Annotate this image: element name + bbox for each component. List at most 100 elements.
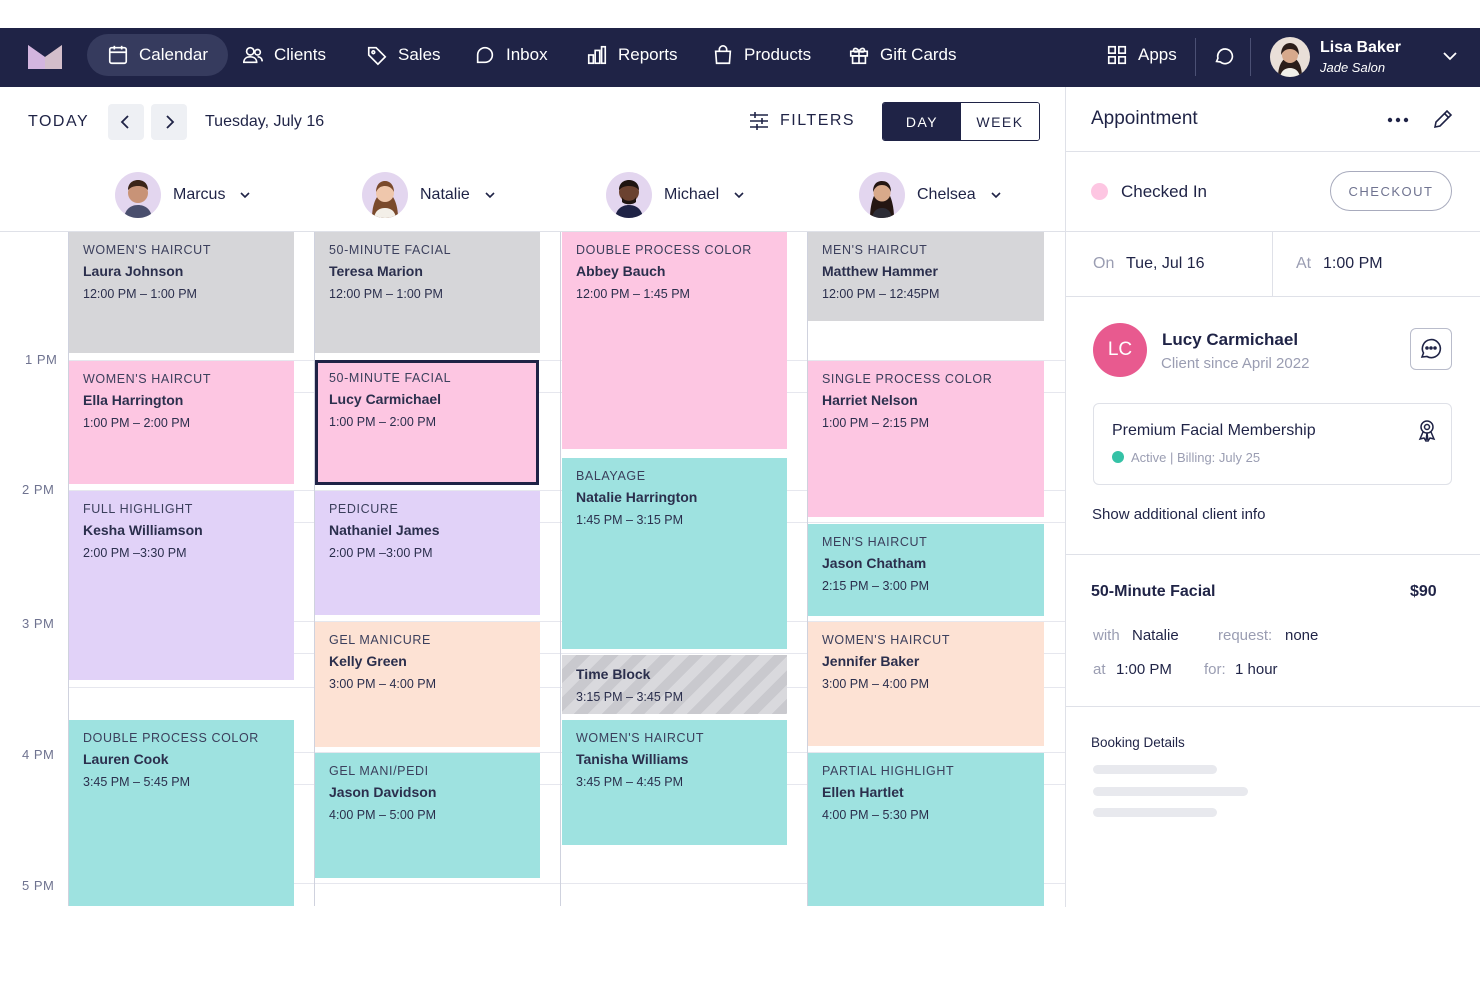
checkout-button[interactable]: CHECKOUT (1330, 171, 1452, 211)
appointment-client: Ellen Hartlet (822, 784, 904, 800)
appointment-card[interactable]: WOMEN'S HAIRCUT Ella Harrington 1:00 PM … (69, 361, 294, 484)
appointment-client: Kesha Williamson (83, 522, 203, 538)
today-button[interactable]: TODAY (28, 113, 89, 131)
day-view-button[interactable]: DAY (883, 103, 961, 140)
apps-icon (1107, 45, 1127, 65)
appointment-card[interactable]: MEN'S HAIRCUT Matthew Hammer 12:00 PM – … (808, 232, 1044, 321)
column-line (560, 232, 561, 906)
appointment-service: FULL HIGHLIGHT (83, 502, 194, 516)
appointment-card[interactable]: DOUBLE PROCESS COLOR Lauren Cook 3:45 PM… (69, 720, 294, 906)
appointment-service: SINGLE PROCESS COLOR (822, 372, 993, 386)
time-block[interactable]: Time Block 3:15 PM – 3:45 PM (562, 655, 787, 714)
user-menu[interactable]: Lisa Baker Jade Salon (1270, 36, 1401, 78)
time-block-label: Time Block (576, 666, 651, 682)
appointment-service: GEL MANICURE (329, 633, 431, 647)
week-view-button[interactable]: WEEK (961, 103, 1039, 140)
nav-sales[interactable]: Sales (346, 34, 461, 76)
appointment-card[interactable]: WOMEN'S HAIRCUT Laura Johnson 12:00 PM –… (69, 232, 294, 353)
more-options-icon[interactable] (1386, 110, 1410, 130)
appointment-card[interactable]: SINGLE PROCESS COLOR Harriet Nelson 1:00… (808, 361, 1044, 517)
staff-name: Michael (664, 186, 720, 203)
time-label: 5 PM (22, 878, 55, 893)
prev-day-button[interactable] (108, 104, 144, 140)
appointment-client: Natalie Harrington (576, 489, 698, 505)
duration-label: for: (1204, 661, 1226, 678)
nav-reports[interactable]: Reports (566, 34, 698, 76)
pencil-icon[interactable] (1432, 108, 1454, 130)
appointment-card[interactable]: PEDICURE Nathaniel James 2:00 PM –3:00 P… (315, 491, 540, 615)
appointment-service: WOMEN'S HAIRCUT (83, 243, 212, 257)
avatar (859, 172, 905, 218)
reports-icon (587, 45, 607, 65)
time-label: 1 PM (25, 352, 58, 367)
start-value: 1:00 PM (1116, 661, 1172, 678)
appointment-service: 50-MINUTE FACIAL (329, 371, 452, 385)
appointment-card[interactable]: 50-MINUTE FACIAL Teresa Marion 12:00 PM … (315, 232, 540, 353)
time-value[interactable]: 1:00 PM (1323, 255, 1383, 273)
chat-button[interactable] (1192, 34, 1254, 76)
appointment-card[interactable]: DOUBLE PROCESS COLOR Abbey Bauch 12:00 P… (562, 232, 787, 449)
appointment-time: 4:00 PM – 5:30 PM (822, 808, 930, 822)
staff-selector-marcus[interactable]: Marcus (115, 172, 251, 218)
appointment-service: WOMEN'S HAIRCUT (822, 633, 951, 647)
appointment-client: Jason Davidson (329, 784, 437, 800)
appointment-card[interactable]: PARTIAL HIGHLIGHT Ellen Hartlet 4:00 PM … (808, 753, 1044, 906)
panel-divider (1066, 231, 1480, 232)
with-value: Natalie (1132, 627, 1179, 644)
appointment-client: Harriet Nelson (822, 392, 918, 408)
filters-button[interactable]: FILTERS (748, 110, 855, 132)
appointment-time: 4:00 PM – 5:00 PM (329, 808, 437, 822)
appointment-time: 12:00 PM – 1:00 PM (329, 287, 443, 301)
filters-label: FILTERS (780, 112, 856, 129)
appointment-card[interactable]: MEN'S HAIRCUT Jason Chatham 2:15 PM – 3:… (808, 524, 1044, 616)
appointment-card[interactable]: WOMEN'S HAIRCUT Tanisha Williams 3:45 PM… (562, 720, 787, 845)
nav-apps[interactable]: Apps (1086, 34, 1197, 76)
current-date: Tuesday, July 16 (205, 113, 325, 130)
membership-card[interactable]: Premium Facial Membership Active | Billi… (1093, 403, 1452, 485)
appointment-card[interactable]: GEL MANICURE Kelly Green 3:00 PM – 4:00 … (315, 622, 540, 747)
chevron-left-icon (120, 115, 129, 129)
nav-products[interactable]: Products (692, 34, 831, 76)
appointment-panel: Appointment Checked In CHECKOUT On Tue, … (1066, 88, 1480, 987)
brand-logo[interactable] (28, 45, 62, 69)
staff-selector-natalie[interactable]: Natalie (362, 172, 496, 218)
start-label: at (1093, 661, 1106, 678)
avatar (606, 172, 652, 218)
nav-label: Calendar (139, 45, 208, 64)
user-salon: Jade Salon (1320, 60, 1386, 75)
appointment-card[interactable]: BALAYAGE Natalie Harrington 1:45 PM – 3:… (562, 458, 787, 649)
chevron-down-icon (240, 192, 251, 199)
nav-clients[interactable]: Clients (222, 34, 346, 76)
time-label: 3 PM (22, 616, 55, 631)
show-client-info-link[interactable]: Show additional client info (1092, 506, 1265, 523)
next-day-button[interactable] (151, 104, 187, 140)
time-label: At (1296, 255, 1312, 272)
nav-label: Sales (398, 45, 441, 64)
message-client-button[interactable] (1410, 328, 1452, 370)
nav-label: Gift Cards (880, 45, 957, 64)
staff-selector-chelsea[interactable]: Chelsea (859, 172, 1002, 218)
appointment-time: 1:00 PM – 2:00 PM (83, 416, 191, 430)
nav-calendar[interactable]: Calendar (87, 34, 228, 76)
clients-icon (243, 46, 263, 64)
appointment-card[interactable]: GEL MANI/PEDI Jason Davidson 4:00 PM – 5… (315, 753, 540, 878)
appointment-time: 12:00 PM – 1:45 PM (576, 287, 690, 301)
appointment-card[interactable]: FULL HIGHLIGHT Kesha Williamson 2:00 PM … (69, 491, 294, 680)
appointment-card[interactable]: WOMEN'S HAIRCUT Jennifer Baker 3:00 PM –… (808, 622, 1044, 746)
date-value[interactable]: Tue, Jul 16 (1126, 255, 1205, 273)
client-name[interactable]: Lucy Carmichael (1162, 330, 1298, 350)
appointment-service: WOMEN'S HAIRCUT (576, 731, 705, 745)
gift-icon (849, 47, 869, 65)
appointment-client: Ella Harrington (83, 392, 184, 408)
calendar-icon (108, 45, 128, 65)
chevron-down-icon[interactable] (1442, 48, 1458, 64)
appointment-card-selected[interactable]: 50-MINUTE FACIAL Lucy Carmichael 1:00 PM… (315, 360, 539, 485)
appointment-client: Abbey Bauch (576, 263, 666, 279)
appointment-service: 50-MINUTE FACIAL (329, 243, 452, 257)
nav-gift-cards[interactable]: Gift Cards (828, 34, 977, 76)
time-label: 2 PM (22, 482, 55, 497)
panel-divider (1066, 706, 1480, 707)
staff-selector-michael[interactable]: Michael (606, 172, 745, 218)
nav-inbox[interactable]: Inbox (454, 34, 568, 76)
staff-name: Natalie (420, 186, 470, 203)
